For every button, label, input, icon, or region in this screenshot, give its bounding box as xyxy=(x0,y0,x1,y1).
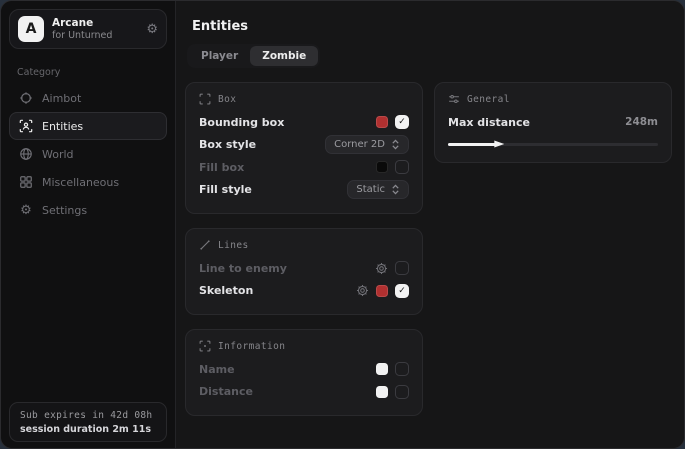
lines-card-header: Lines xyxy=(199,239,409,251)
information-card-header: Information xyxy=(199,340,409,352)
color-swatch[interactable] xyxy=(376,285,388,297)
setting-row-skeleton: Skeleton ✓ xyxy=(199,280,409,303)
checkbox-checked[interactable]: ✓ xyxy=(395,115,409,129)
setting-label: Distance xyxy=(199,385,253,398)
setting-label: Fill box xyxy=(199,161,244,174)
scan-box-icon xyxy=(199,93,211,105)
sidebar-item-label: Settings xyxy=(42,204,87,217)
checkbox-checked[interactable]: ✓ xyxy=(395,284,409,298)
entity-tabs: Player Zombie xyxy=(187,44,320,68)
card-header-label: Box xyxy=(218,94,236,105)
sidebar-item-entities[interactable]: Entities xyxy=(9,112,167,140)
color-swatch[interactable] xyxy=(376,116,388,128)
checkbox-unchecked[interactable] xyxy=(395,385,409,399)
checkbox-unchecked[interactable] xyxy=(395,261,409,275)
box-card-header: Box xyxy=(199,93,409,105)
max-distance-slider[interactable] xyxy=(448,138,658,150)
setting-row-fill-style: Fill style Static xyxy=(199,179,409,202)
card-header-label: Lines xyxy=(218,240,249,251)
brand-subtitle: for Unturned xyxy=(52,30,138,42)
checkbox-unchecked[interactable] xyxy=(395,160,409,174)
card-header-label: General xyxy=(467,94,510,105)
category-label: Category xyxy=(17,67,159,78)
setting-row-max-distance: Max distance 248m xyxy=(448,111,658,134)
tab-player[interactable]: Player xyxy=(189,46,250,66)
brand-text: Arcane for Unturned xyxy=(52,17,138,42)
sliders-icon xyxy=(448,93,460,105)
crosshair-icon xyxy=(19,91,33,105)
chevrons-up-down-icon xyxy=(391,184,400,195)
grid-icon xyxy=(19,175,33,189)
dropdown-value: Corner 2D xyxy=(334,139,385,150)
brand-logo: A xyxy=(18,16,44,42)
setting-label: Skeleton xyxy=(199,284,253,297)
setting-row-box-style: Box style Corner 2D xyxy=(199,134,409,157)
setting-row-fill-box: Fill box xyxy=(199,156,409,179)
subscription-card: Sub expires in 42d 08h session duration … xyxy=(9,402,167,442)
information-card: Information Name Distance xyxy=(185,329,423,416)
sidebar: A Arcane for Unturned ⚙ Category Aimbot xyxy=(1,1,176,448)
main-panel: Entities Player Zombie Box xyxy=(176,1,684,448)
setting-label: Bounding box xyxy=(199,116,284,129)
color-swatch[interactable] xyxy=(376,363,388,375)
lines-card: Lines Line to enemy xyxy=(185,228,423,315)
sidebar-item-label: Entities xyxy=(42,120,83,133)
setting-label: Fill style xyxy=(199,183,252,196)
slider-thumb[interactable] xyxy=(494,139,504,149)
gear-icon[interactable]: ⚙ xyxy=(146,23,158,36)
sidebar-item-label: Miscellaneous xyxy=(42,176,119,189)
brand-card: A Arcane for Unturned ⚙ xyxy=(9,9,167,49)
tab-zombie[interactable]: Zombie xyxy=(250,46,318,66)
setting-row-bounding-box: Bounding box ✓ xyxy=(199,111,409,134)
setting-row-line-to-enemy: Line to enemy xyxy=(199,257,409,280)
box-style-dropdown[interactable]: Corner 2D xyxy=(325,135,409,154)
chevrons-up-down-icon xyxy=(391,139,400,150)
box-card: Box Bounding box ✓ Box style Corner 2D xyxy=(185,82,423,214)
dropdown-value: Static xyxy=(356,184,385,195)
settings-content: Box Bounding box ✓ Box style Corner 2D xyxy=(185,82,672,416)
line-icon xyxy=(199,239,211,251)
sidebar-item-aimbot[interactable]: Aimbot xyxy=(9,84,167,112)
settings-gear-icon[interactable] xyxy=(375,262,388,275)
setting-row-distance: Distance xyxy=(199,381,409,404)
sub-expiry-text: Sub expires in 42d 08h xyxy=(20,410,156,421)
card-header-label: Information xyxy=(218,341,285,352)
person-scan-icon xyxy=(19,119,33,133)
general-card-header: General xyxy=(448,93,658,105)
checkbox-unchecked[interactable] xyxy=(395,362,409,376)
sidebar-item-label: Aimbot xyxy=(42,92,81,105)
page-title: Entities xyxy=(192,19,672,34)
session-duration-text: session duration 2m 11s xyxy=(20,424,156,435)
color-swatch[interactable] xyxy=(376,161,388,173)
gear-icon: ⚙ xyxy=(19,203,33,217)
setting-label: Name xyxy=(199,363,235,376)
scan-target-icon xyxy=(199,340,211,352)
sidebar-item-miscellaneous[interactable]: Miscellaneous xyxy=(9,168,167,196)
color-swatch[interactable] xyxy=(376,386,388,398)
brand-title: Arcane xyxy=(52,17,138,30)
setting-row-name: Name xyxy=(199,358,409,381)
slider-fill xyxy=(448,143,496,146)
setting-label: Max distance xyxy=(448,116,530,129)
app-window: A Arcane for Unturned ⚙ Category Aimbot xyxy=(0,0,685,449)
setting-label: Box style xyxy=(199,138,256,151)
setting-label: Line to enemy xyxy=(199,262,287,275)
general-card: General Max distance 248m xyxy=(434,82,672,163)
right-column: General Max distance 248m xyxy=(434,82,672,163)
left-column: Box Bounding box ✓ Box style Corner 2D xyxy=(185,82,423,416)
sidebar-item-world[interactable]: World xyxy=(9,140,167,168)
settings-gear-icon[interactable] xyxy=(356,284,369,297)
sidebar-nav: Aimbot Entities World xyxy=(1,84,175,224)
globe-icon xyxy=(19,147,33,161)
sidebar-item-settings[interactable]: ⚙ Settings xyxy=(9,196,167,224)
fill-style-dropdown[interactable]: Static xyxy=(347,180,409,199)
slider-value: 248m xyxy=(625,116,658,128)
sidebar-item-label: World xyxy=(42,148,74,161)
